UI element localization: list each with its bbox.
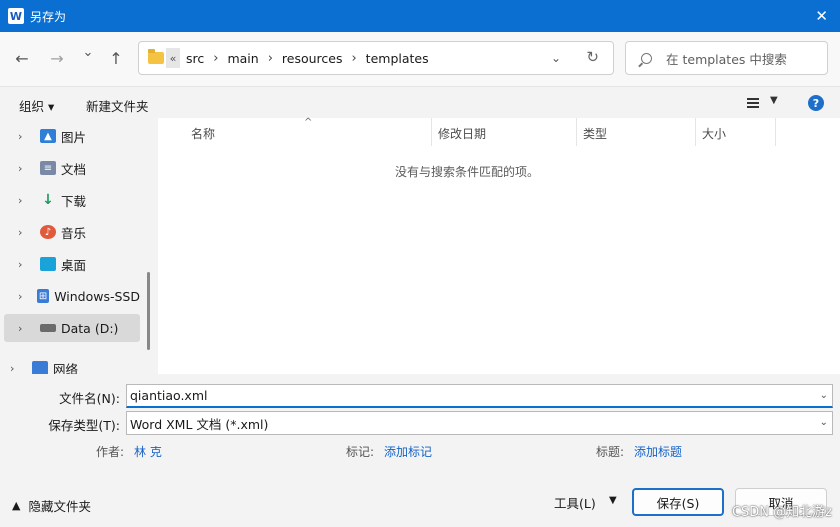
title-label: 标题: xyxy=(596,445,625,459)
sidebar-scrollbar[interactable] xyxy=(147,272,150,350)
filetype-label: 保存类型(T): xyxy=(48,418,120,433)
sidebar-item-label: Data (D:) xyxy=(61,320,119,336)
sidebar-item-network[interactable]: › 网络 xyxy=(0,354,132,374)
hide-folders-toggle[interactable]: ▲ 隐藏文件夹 xyxy=(12,496,91,515)
breadcrumb-src[interactable]: src xyxy=(186,51,204,66)
downloads-icon: ↓ xyxy=(42,192,54,208)
expand-chevron-icon[interactable]: › xyxy=(18,290,29,303)
save-button[interactable]: 保存(S) xyxy=(632,488,724,516)
add-title-link[interactable]: 添加标题 xyxy=(634,443,682,460)
expand-chevron-icon[interactable]: › xyxy=(18,162,32,175)
new-folder-button[interactable]: 新建文件夹 xyxy=(86,96,149,115)
recent-locations-chevron-icon[interactable]: ⌄ xyxy=(77,45,99,60)
empty-results-message: 没有与搜索条件匹配的项。 xyxy=(394,165,539,179)
word-app-icon: W xyxy=(8,8,24,24)
command-bar: 组织 ▾ 新建文件夹 ▼ ? xyxy=(0,86,840,118)
breadcrumb-main[interactable]: main xyxy=(227,51,258,66)
close-icon[interactable]: ✕ xyxy=(815,7,828,25)
filename-input[interactable]: qiantiao.xml ⌄ xyxy=(126,384,833,408)
expand-chevron-icon[interactable]: › xyxy=(18,194,32,207)
column-header-size[interactable]: 大小 xyxy=(696,118,776,146)
column-header-label: 类型 xyxy=(583,127,608,141)
documents-icon: ≡ xyxy=(40,161,56,175)
tags-label: 标记: xyxy=(346,445,375,459)
sidebar-item-label: 文档 xyxy=(61,161,87,177)
column-header-label: 名称 xyxy=(191,127,216,141)
author-value[interactable]: 林 克 xyxy=(134,443,162,460)
column-header-label: 大小 xyxy=(702,127,727,141)
watermark-text: CSDN @知北游z xyxy=(731,505,832,520)
desktop-icon xyxy=(40,257,56,271)
expand-chevron-icon[interactable]: › xyxy=(18,322,32,335)
author-label: 作者: xyxy=(96,445,125,459)
column-header-label: 修改日期 xyxy=(438,127,487,141)
sidebar-item-music[interactable]: › ♪ 音乐 xyxy=(4,218,140,246)
breadcrumb-separator-icon[interactable]: › xyxy=(268,51,273,66)
filename-value: qiantiao.xml xyxy=(130,388,208,403)
filetype-select[interactable]: Word XML 文档 (*.xml) ⌄ xyxy=(126,411,833,435)
sidebar-item-label: 桌面 xyxy=(61,257,87,273)
save-options-panel: 文件名(N): qiantiao.xml ⌄ 保存类型(T): Word XML… xyxy=(0,374,840,527)
sidebar-item-label: 音乐 xyxy=(61,225,87,241)
chevron-down-icon[interactable]: ⌄ xyxy=(820,417,828,428)
navigation-row: ← → ⌄ ↑ « src › main › resources › templ… xyxy=(0,32,840,86)
chevron-down-icon[interactable]: ⌄ xyxy=(820,390,828,401)
network-icon xyxy=(32,361,48,374)
file-list: ^ 名称 修改日期 类型 大小 没有与搜索条件匹配的项。 xyxy=(158,117,840,374)
sidebar-item-label: 下载 xyxy=(61,193,87,209)
dialog-title: 另存为 xyxy=(30,9,67,24)
sidebar-item-documents[interactable]: › ≡ 文档 xyxy=(4,154,140,182)
data-drive-icon xyxy=(40,324,56,332)
expand-chevron-icon[interactable]: › xyxy=(10,362,24,375)
search-placeholder: 在 templates 中搜索 xyxy=(666,51,787,67)
chevron-up-icon: ▲ xyxy=(12,499,21,512)
refresh-icon[interactable]: ↻ xyxy=(586,48,599,66)
expand-chevron-icon[interactable]: › xyxy=(18,226,32,239)
folder-icon xyxy=(148,49,164,64)
column-header-modified[interactable]: 修改日期 xyxy=(432,118,577,146)
tools-button[interactable]: 工具(L) xyxy=(554,493,596,512)
sidebar-item-pictures[interactable]: › ▲ 图片 xyxy=(4,122,140,150)
filename-label: 文件名(N): xyxy=(59,391,120,406)
sidebar-item-label: 网络 xyxy=(53,361,79,375)
pictures-icon: ▲ xyxy=(40,129,56,143)
column-header-type[interactable]: 类型 xyxy=(577,118,696,146)
expand-chevron-icon[interactable]: › xyxy=(18,130,32,143)
sidebar-item-downloads[interactable]: › ↓ 下载 xyxy=(4,186,140,214)
address-bar[interactable]: « src › main › resources › templates ⌄ ↻ xyxy=(138,41,614,75)
sidebar-item-data-drive[interactable]: › Data (D:) xyxy=(4,314,140,342)
add-tags-link[interactable]: 添加标记 xyxy=(384,443,432,460)
column-header-name[interactable]: 名称 xyxy=(158,118,432,146)
breadcrumb-templates[interactable]: templates xyxy=(366,51,429,66)
navigation-pane: › ▲ 图片 › ≡ 文档 › ↓ 下载 › ♪ 音乐 › 桌面 › ⊞ Win… xyxy=(0,118,158,374)
organize-button[interactable]: 组织 ▾ xyxy=(19,96,54,115)
search-input[interactable]: 在 templates 中搜索 xyxy=(625,41,828,75)
sidebar-item-label: Windows-SSD xyxy=(54,288,140,304)
tools-dropdown-icon[interactable]: ▼ xyxy=(609,495,617,506)
windows-drive-icon: ⊞ xyxy=(36,289,50,303)
help-icon[interactable]: ? xyxy=(808,95,824,111)
sidebar-item-desktop[interactable]: › 桌面 xyxy=(4,250,140,278)
expand-chevron-icon[interactable]: › xyxy=(18,258,32,271)
view-dropdown-icon[interactable]: ▼ xyxy=(770,95,778,106)
filetype-value: Word XML 文档 (*.xml) xyxy=(130,416,269,432)
music-icon: ♪ xyxy=(40,225,56,239)
breadcrumb-resources[interactable]: resources xyxy=(282,51,343,66)
view-options-icon[interactable] xyxy=(747,98,759,108)
title-bar: W 另存为 ✕ xyxy=(0,0,840,32)
sidebar-item-label: 图片 xyxy=(61,129,87,145)
search-icon xyxy=(641,52,652,64)
back-arrow-icon[interactable]: ← xyxy=(11,49,33,68)
hide-folders-label: 隐藏文件夹 xyxy=(28,499,91,514)
breadcrumb-separator-icon[interactable]: › xyxy=(351,51,356,66)
forward-arrow-icon[interactable]: → xyxy=(46,49,68,68)
breadcrumb-separator-icon[interactable]: › xyxy=(213,51,218,66)
sidebar-item-windows-ssd[interactable]: › ⊞ Windows-SSD xyxy=(4,282,140,310)
overflow-chevron-icon[interactable]: « xyxy=(166,48,180,68)
up-arrow-icon[interactable]: ↑ xyxy=(105,49,127,68)
address-dropdown-icon[interactable]: ⌄ xyxy=(551,51,561,65)
